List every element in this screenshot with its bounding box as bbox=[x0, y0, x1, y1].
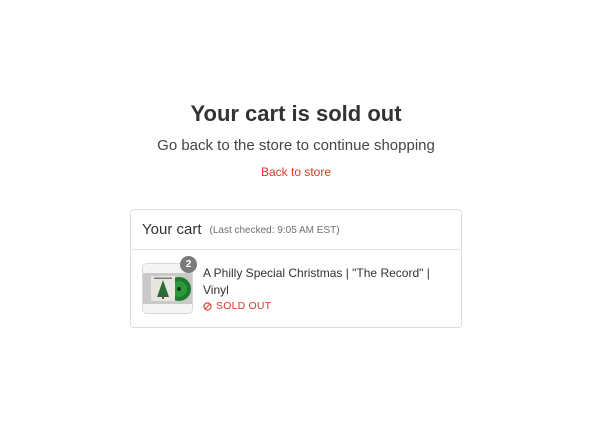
product-name: A Philly Special Christmas | "The Record… bbox=[203, 266, 430, 297]
no-entry-icon bbox=[203, 301, 212, 311]
cart-summary-card: Your cart (Last checked: 9:05 AM EST) 2 bbox=[130, 209, 462, 328]
quantity-badge: 2 bbox=[180, 256, 197, 273]
item-info: A Philly Special Christmas | "The Record… bbox=[203, 265, 448, 312]
sold-out-status: SOLD OUT bbox=[203, 300, 448, 312]
page-title: Your cart is sold out bbox=[190, 101, 402, 126]
sold-out-page: Your cart is sold out Go back to the sto… bbox=[0, 0, 605, 443]
page-subtitle: Go back to the store to continue shoppin… bbox=[157, 137, 435, 154]
product-thumbnail: 2 bbox=[142, 256, 197, 314]
back-to-store-link[interactable]: Back to store bbox=[0, 165, 592, 179]
sold-out-label: SOLD OUT bbox=[216, 300, 272, 312]
cart-title: Your cart bbox=[142, 221, 202, 238]
cart-item: 2 A Philly Special Christmas | "The Reco… bbox=[131, 250, 461, 328]
back-to-store-label[interactable]: Back to store bbox=[261, 165, 331, 179]
last-checked-time: (Last checked: 9:05 AM EST) bbox=[209, 225, 340, 236]
cart-header: Your cart (Last checked: 9:05 AM EST) bbox=[131, 210, 461, 250]
